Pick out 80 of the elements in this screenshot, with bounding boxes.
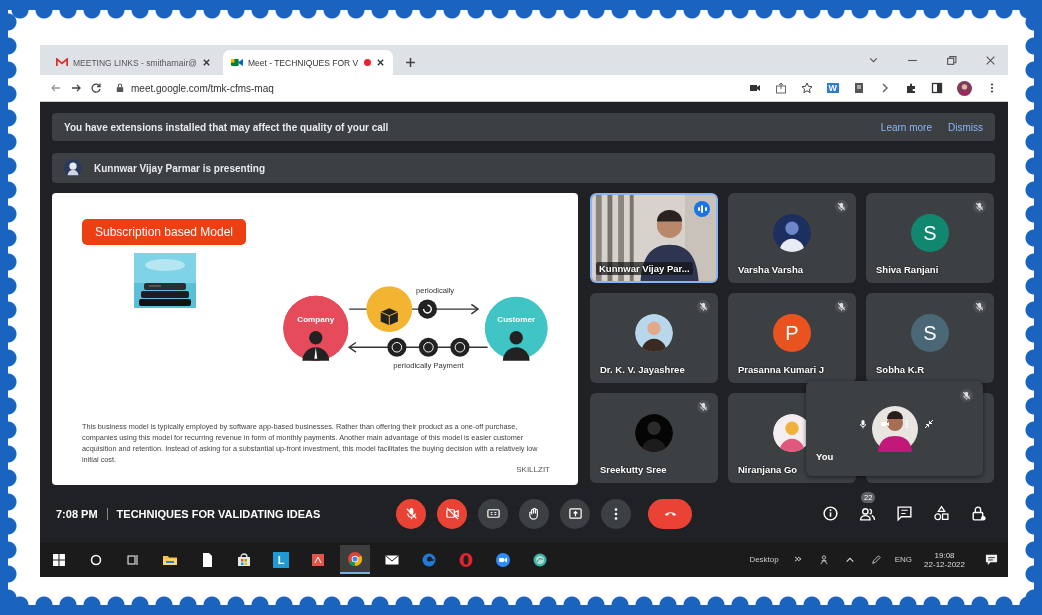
participant-name: Sobha K.R: [876, 364, 925, 375]
captions-icon: [485, 506, 501, 521]
self-view-label: You: [816, 451, 834, 462]
camera-button[interactable]: [437, 498, 467, 529]
desktop-toolbar-label[interactable]: Desktop: [749, 555, 779, 564]
globe-icon: [532, 551, 548, 568]
notification-icon[interactable]: [985, 553, 998, 566]
avatar-initial: S: [911, 314, 949, 352]
mic-button[interactable]: [396, 498, 426, 529]
chevron-right-icon[interactable]: [879, 82, 891, 94]
address-field[interactable]: meet.google.com/tmk-cfms-maq: [110, 82, 735, 94]
app-tile-icon: L: [273, 551, 289, 568]
participant-name: Dr. K. V. Jayashree: [600, 364, 685, 375]
close-icon[interactable]: [375, 58, 385, 67]
person-icon[interactable]: [818, 554, 829, 565]
people-icon[interactable]: [859, 505, 876, 522]
participant-name: Varsha Varsha: [738, 264, 803, 275]
close-button[interactable]: [985, 55, 996, 66]
shapes-icon[interactable]: [933, 505, 950, 522]
forward-icon[interactable]: [70, 82, 82, 94]
meeting-title: TECHNIQUES FOR VALIDATING IDEAS: [116, 507, 321, 520]
more-button[interactable]: [601, 498, 631, 529]
windows-logo-icon: [51, 551, 67, 568]
pen-icon[interactable]: [870, 554, 881, 565]
slide-title: Subscription based Model: [82, 219, 246, 245]
presenting-text: Kunnwar Vijay Parmar is presenting: [94, 162, 265, 174]
chat-icon[interactable]: [896, 505, 913, 522]
info-icon[interactable]: [822, 505, 839, 522]
leave-call-button[interactable]: [648, 498, 692, 529]
video-camera-icon: [495, 551, 511, 568]
present-screen-icon: [567, 506, 583, 521]
participant-name: Niranjana Go: [738, 464, 798, 475]
star-icon[interactable]: [800, 82, 813, 94]
extension-button[interactable]: W: [826, 83, 839, 93]
browser-icon: [421, 551, 437, 568]
restore-button[interactable]: [946, 55, 957, 66]
language-indicator[interactable]: ENG: [894, 555, 913, 564]
clock-time[interactable]: 19:08: [934, 550, 955, 560]
flow-label: periodically Payment: [393, 361, 464, 371]
flow-label: periodically: [416, 285, 455, 295]
avatar-initial: P: [773, 314, 811, 352]
avatar-initial: S: [911, 214, 949, 252]
document-icon[interactable]: [853, 82, 865, 94]
browser-icon: [347, 550, 363, 567]
video-camera-icon: [230, 58, 243, 67]
app-icon: [310, 551, 326, 568]
store-bag-icon: [236, 551, 252, 568]
collapse-icon[interactable]: [924, 419, 934, 429]
sidebar-icon[interactable]: [931, 82, 943, 94]
camera-off-icon: [444, 506, 460, 521]
browser-tab[interactable]: MEETING LINKS - smitharnair@: [48, 50, 219, 75]
participant-name: Prasanna Kumari J: [738, 364, 825, 375]
slide-footer: SKILLZIT: [516, 465, 550, 474]
new-tab-button[interactable]: [404, 57, 416, 68]
share-icon[interactable]: [774, 82, 787, 94]
meeting-time: 7:08 PM: [56, 507, 98, 520]
mic-icon[interactable]: [858, 419, 868, 429]
mail-icon: [56, 58, 68, 67]
back-icon[interactable]: [50, 82, 62, 94]
present-button[interactable]: [560, 498, 590, 529]
participant-name: Kunnwar Vijay Par...: [596, 262, 693, 275]
reload-icon[interactable]: [90, 82, 102, 94]
banner-link[interactable]: Dismiss: [948, 121, 983, 133]
participant-name: Sreekutty Sree: [600, 464, 667, 475]
banner-link[interactable]: Learn more: [880, 121, 932, 133]
profile-avatar-icon[interactable]: [957, 80, 972, 96]
participant-name: Shiva Ranjani: [876, 264, 939, 275]
taskbar-button[interactable]: [340, 545, 370, 574]
captions-button[interactable]: [478, 498, 508, 529]
ring-icon: [458, 551, 474, 568]
clock-date[interactable]: 22-12-2022: [924, 559, 965, 569]
close-icon[interactable]: [201, 58, 211, 67]
puzzle-icon[interactable]: [905, 82, 917, 94]
chevron-down-icon[interactable]: [868, 55, 879, 66]
lock-icon[interactable]: [970, 505, 987, 522]
browser-tab[interactable]: Meet - TECHNIQUES FOR V: [222, 50, 393, 75]
hand-button[interactable]: [519, 498, 549, 529]
more-icon: [614, 507, 618, 520]
lock-icon: [116, 83, 124, 93]
notice-text: You have extensions installed that may affect the quality of your call: [64, 121, 389, 133]
